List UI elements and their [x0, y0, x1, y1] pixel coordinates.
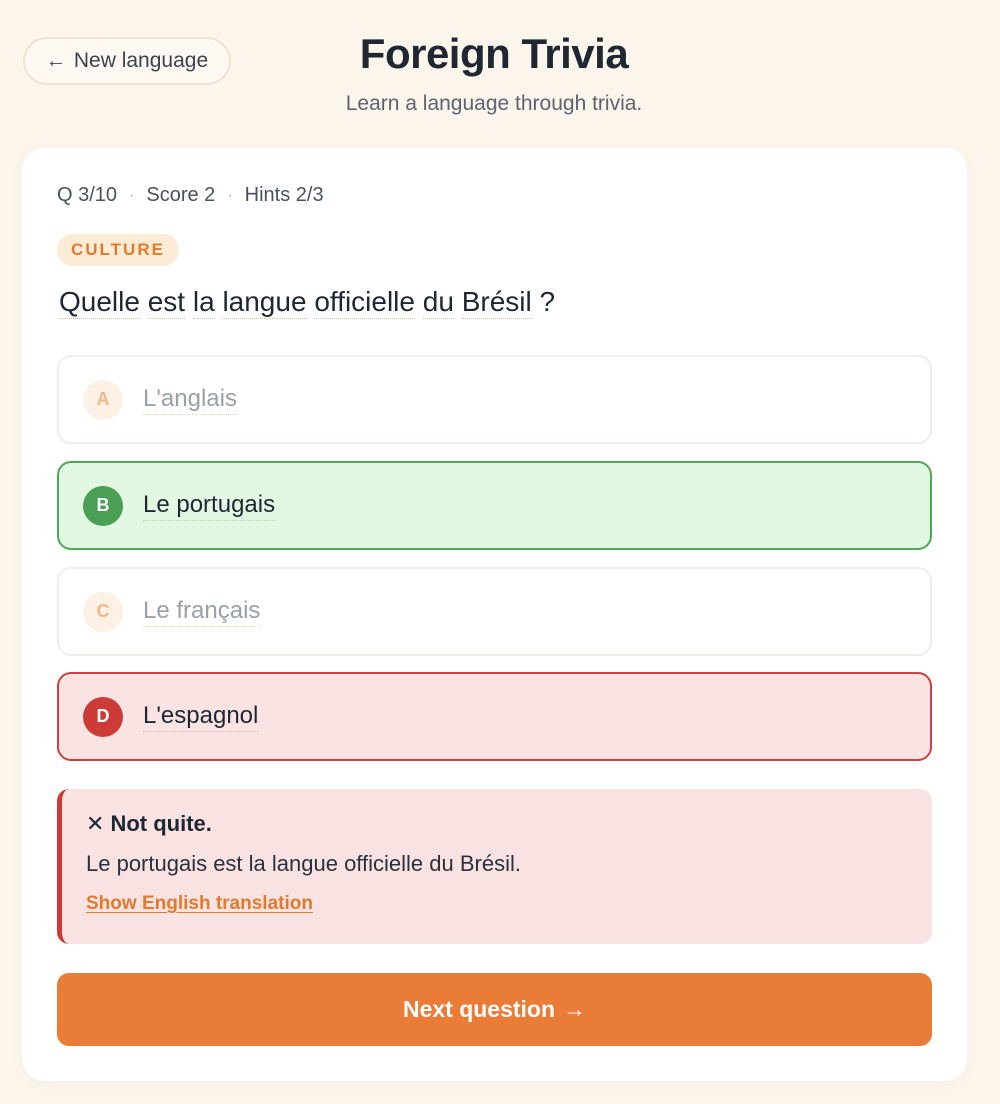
answer-option-b[interactable]: B Le portugais [57, 461, 932, 550]
option-text: L'espagnol [143, 702, 259, 732]
option-letter: D [83, 696, 123, 737]
option-text: L'anglais [143, 385, 237, 415]
question-card: Q 3/10 · Score 2 · Hints 2/3 CULTURE Que… [22, 148, 967, 1081]
arrow-right-icon: → [563, 996, 587, 1022]
next-question-label: Next question [402, 996, 556, 1022]
question-word[interactable]: du [422, 286, 454, 319]
question-word[interactable]: Brésil [461, 286, 532, 319]
question-word[interactable]: la [192, 286, 215, 319]
feedback-explanation: Le portugais est la langue officielle du… [86, 851, 521, 876]
meta-separator: · [129, 186, 135, 204]
question-word[interactable]: est [147, 286, 186, 319]
close-icon: ✕ [86, 811, 105, 836]
question-text: Quelle est la langue officielle du Brési… [59, 286, 556, 319]
question-word[interactable]: langue [222, 286, 307, 319]
option-text: Le français [143, 597, 261, 627]
question-word[interactable]: Quelle [59, 286, 140, 319]
page-header: Foreign Trivia Learn a language through … [0, 30, 1000, 116]
answer-option-d[interactable]: D L'espagnol [57, 672, 932, 761]
option-letter: A [83, 379, 123, 420]
page-title: Foreign Trivia [359, 30, 629, 77]
trivia-page: ← New language Foreign Trivia Learn a la… [0, 0, 1000, 1104]
option-letter: C [83, 591, 123, 632]
feedback-title-text: Not quite. [110, 811, 212, 836]
hints-counter: Hints 2/3 [244, 184, 324, 206]
score-counter: Score 2 [146, 184, 216, 206]
category-badge: CULTURE [57, 234, 179, 266]
option-text: Le portugais [143, 491, 276, 521]
progress-meta: Q 3/10 · Score 2 · Hints 2/3 [57, 184, 324, 207]
option-letter: B [83, 485, 123, 526]
answer-option-a[interactable]: A L'anglais [57, 355, 932, 444]
feedback-title: ✕ Not quite. [86, 811, 932, 837]
question-counter: Q 3/10 [57, 184, 118, 206]
question-mark: ? [539, 286, 556, 317]
next-question-button[interactable]: Next question → [57, 973, 932, 1046]
page-subtitle: Learn a language through trivia. [345, 92, 643, 115]
meta-separator: · [227, 186, 233, 204]
show-translation-link[interactable]: Show English translation [86, 893, 313, 915]
question-word[interactable]: officielle [314, 286, 415, 319]
feedback-panel: ✕ Not quite. Le portugais est la langue … [57, 789, 932, 944]
answer-option-c[interactable]: C Le français [57, 567, 932, 656]
